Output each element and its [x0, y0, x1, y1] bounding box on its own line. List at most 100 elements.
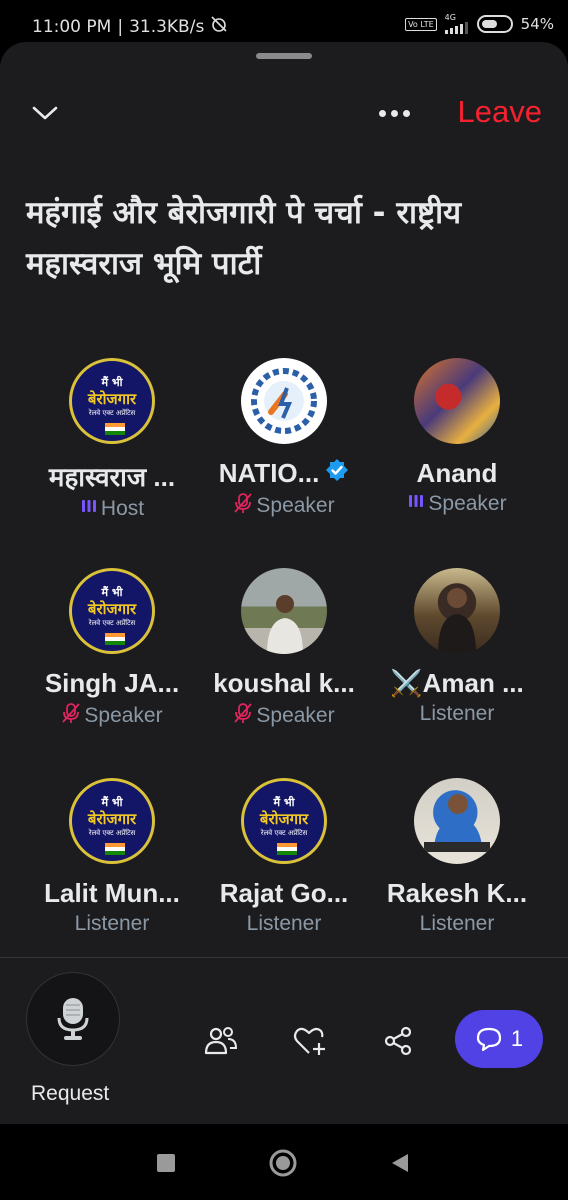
- participant-name-row: Anand: [367, 458, 547, 489]
- status-time: 11:00 PM: [32, 16, 112, 37]
- leave-button[interactable]: Leave: [458, 94, 542, 130]
- participant-card[interactable]: ⚔️Aman ... Listener: [367, 568, 547, 726]
- participant-role: Listener: [246, 912, 322, 935]
- participant-card[interactable]: Anand Speaker: [367, 358, 547, 516]
- avatar[interactable]: [414, 778, 500, 864]
- network-type: 4G: [444, 13, 456, 22]
- logo-text-line-2: बेरोजगार: [87, 810, 137, 828]
- participant-role-row: Speaker: [22, 702, 202, 730]
- signal-icon: 4G: [444, 13, 469, 34]
- india-flag-icon: [105, 423, 125, 435]
- avatar[interactable]: मैं भी बेरोजगार रेलवे एक्ट अप्रेंटिस: [69, 358, 155, 444]
- status-separator: |: [117, 16, 124, 37]
- request-label: Request: [31, 1082, 110, 1105]
- participant-card[interactable]: NATIO... Speaker: [194, 358, 374, 520]
- logo-text-line-3: रेलवे एक्ट अप्रेंटिस: [88, 619, 136, 627]
- participant-role: Speaker: [256, 494, 335, 517]
- logo-text-line-2: बेरोजगार: [87, 600, 137, 618]
- avatar[interactable]: [414, 358, 500, 444]
- drag-handle[interactable]: [256, 53, 312, 59]
- collapse-button[interactable]: [28, 98, 62, 128]
- avatar[interactable]: [241, 358, 327, 444]
- mic-muted-icon: [233, 702, 253, 730]
- microphone-icon: [57, 998, 89, 1040]
- status-speed: 31.3KB/s: [129, 16, 205, 37]
- people-icon: [204, 1027, 238, 1055]
- participant-role-row: Listener: [367, 702, 547, 726]
- logo-text-line-2: बेरोजगार: [259, 810, 309, 828]
- more-dot-icon: [378, 109, 386, 117]
- participant-name: Rajat Go...: [219, 878, 349, 908]
- participant-card[interactable]: Rakesh K... Listener: [367, 778, 547, 936]
- participant-role-row: Speaker: [367, 492, 547, 516]
- status-left: 11:00 PM | 31.3KB/s: [32, 15, 228, 38]
- participant-card[interactable]: मैं भी बेरोजगार रेलवे एक्ट अप्रेंटिस Singh …: [22, 568, 202, 730]
- logo-text-line-1: मैं भी: [101, 796, 123, 809]
- participant-name: Rakesh K...: [386, 878, 528, 908]
- avatar[interactable]: मैं भी बेरोजगार रेलवे एक्ट अप्रेंटिस: [69, 568, 155, 654]
- space-sheet: Leave महंगाई और बेरोजगारी पे चर्चा - राष…: [0, 42, 568, 1124]
- space-title: महंगाई और बेरोजगारी पे चर्चा - राष्ट्रीय…: [26, 195, 462, 282]
- logo-text-line-3: रेलवे एक्ट अप्रेंटिस: [260, 829, 308, 837]
- participant-card[interactable]: मैं भी बेरोजगार रेलवे एक्ट अप्रेंटिस Lalit …: [22, 778, 202, 936]
- participant-name: koushal k...: [213, 668, 355, 698]
- share-icon: [384, 1026, 412, 1056]
- participant-role-row: Listener: [22, 912, 202, 936]
- participant-role-row: Listener: [194, 912, 374, 936]
- status-right: Vo LTE 4G 54%: [405, 14, 554, 34]
- logo-text-line-1: मैं भी: [273, 796, 295, 809]
- battery-fill: [481, 20, 497, 28]
- participant-name: महास्वराज ...: [48, 462, 176, 492]
- gear-logo-icon: [251, 368, 317, 434]
- participant-name: ⚔️Aman ...: [390, 668, 524, 698]
- participant-grid: मैं भी बेरोजगार रेलवे एक्ट अप्रेंटिस महास्व…: [0, 312, 568, 1070]
- request-mic-button[interactable]: [26, 972, 120, 1066]
- avatar[interactable]: [414, 568, 500, 654]
- participant-name: Anand: [416, 458, 498, 488]
- speaking-bars-icon: [407, 492, 425, 516]
- participant-role-row: Speaker: [194, 492, 374, 520]
- participant-name-row: ⚔️Aman ...: [367, 668, 547, 699]
- participant-name-row: NATIO...: [194, 458, 374, 489]
- speaking-bars-icon: [80, 497, 98, 521]
- chat-bubble-icon: [476, 1027, 501, 1052]
- chat-button[interactable]: 1: [455, 1010, 543, 1068]
- avatar[interactable]: [241, 568, 327, 654]
- participant-card[interactable]: मैं भी बेरोजगार रेलवे एक्ट अप्रेंटिस महास्व…: [22, 358, 202, 521]
- chat-count: 1: [510, 1026, 524, 1051]
- home-button[interactable]: [268, 1148, 298, 1178]
- mic-muted-icon: [233, 492, 253, 520]
- verified-badge-icon: [325, 458, 349, 489]
- participant-name-row: koushal k...: [194, 668, 374, 699]
- participant-role: Host: [100, 497, 145, 520]
- person-photo-icon: [267, 595, 303, 654]
- india-flag-icon: [105, 633, 125, 645]
- more-dot-icon: [390, 109, 398, 117]
- heart-plus-icon: [293, 1027, 325, 1055]
- volte-badge: Vo LTE: [405, 17, 437, 31]
- more-options-button[interactable]: [372, 98, 416, 128]
- share-button[interactable]: [378, 1021, 418, 1061]
- mic-muted-icon: [61, 702, 81, 730]
- participant-card[interactable]: koushal k... Speaker: [194, 568, 374, 730]
- people-button[interactable]: [201, 1021, 241, 1061]
- more-dot-icon: [402, 109, 410, 117]
- back-triangle-icon: [392, 1154, 408, 1172]
- recents-button[interactable]: [151, 1148, 181, 1178]
- logo-text-line-3: रेलवे एक्ट अप्रेंटिस: [88, 829, 136, 837]
- logo-text-line-3: रेलवे एक्ट अप्रेंटिस: [88, 409, 136, 417]
- participant-role: Listener: [419, 702, 495, 725]
- logo-text-line-2: बेरोजगार: [87, 390, 137, 408]
- participant-role: Listener: [419, 912, 495, 935]
- avatar[interactable]: मैं भी बेरोजगार रेलवे एक्ट अप्रेंटिस: [241, 778, 327, 864]
- participant-name-row: Singh JA...: [22, 668, 202, 699]
- participant-role: Speaker: [256, 704, 335, 727]
- system-nav-bar: [0, 1124, 568, 1200]
- react-button[interactable]: [290, 1021, 330, 1061]
- participant-role: Speaker: [428, 492, 507, 515]
- back-button[interactable]: [385, 1148, 415, 1178]
- avatar[interactable]: मैं भी बेरोजगार रेलवे एक्ट अप्रेंटिस: [69, 778, 155, 864]
- square-icon: [157, 1154, 175, 1172]
- participant-card[interactable]: मैं भी बेरोजगार रेलवे एक्ट अप्रेंटिस Rajat …: [194, 778, 374, 936]
- bottom-bar: Request 1: [0, 958, 568, 1124]
